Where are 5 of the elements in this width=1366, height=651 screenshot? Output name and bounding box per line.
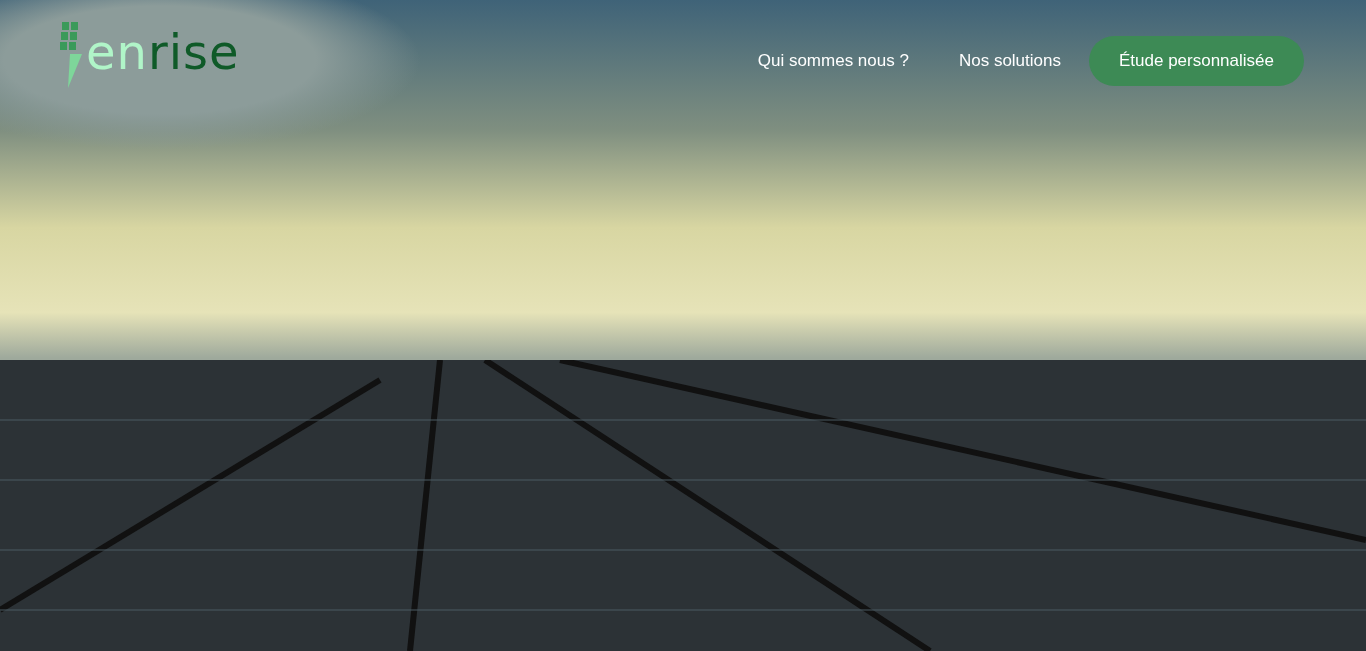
nav-link[interactable]: Qui sommes nous ? — [757, 51, 909, 71]
nav-link[interactable]: Nos solutions — [958, 51, 1061, 71]
lightning-bolt-icon — [60, 22, 84, 88]
logo-wordmark[interactable]: enrise — [86, 28, 240, 76]
personalized-study-button[interactable]: Étude personnalisée — [1089, 36, 1304, 86]
